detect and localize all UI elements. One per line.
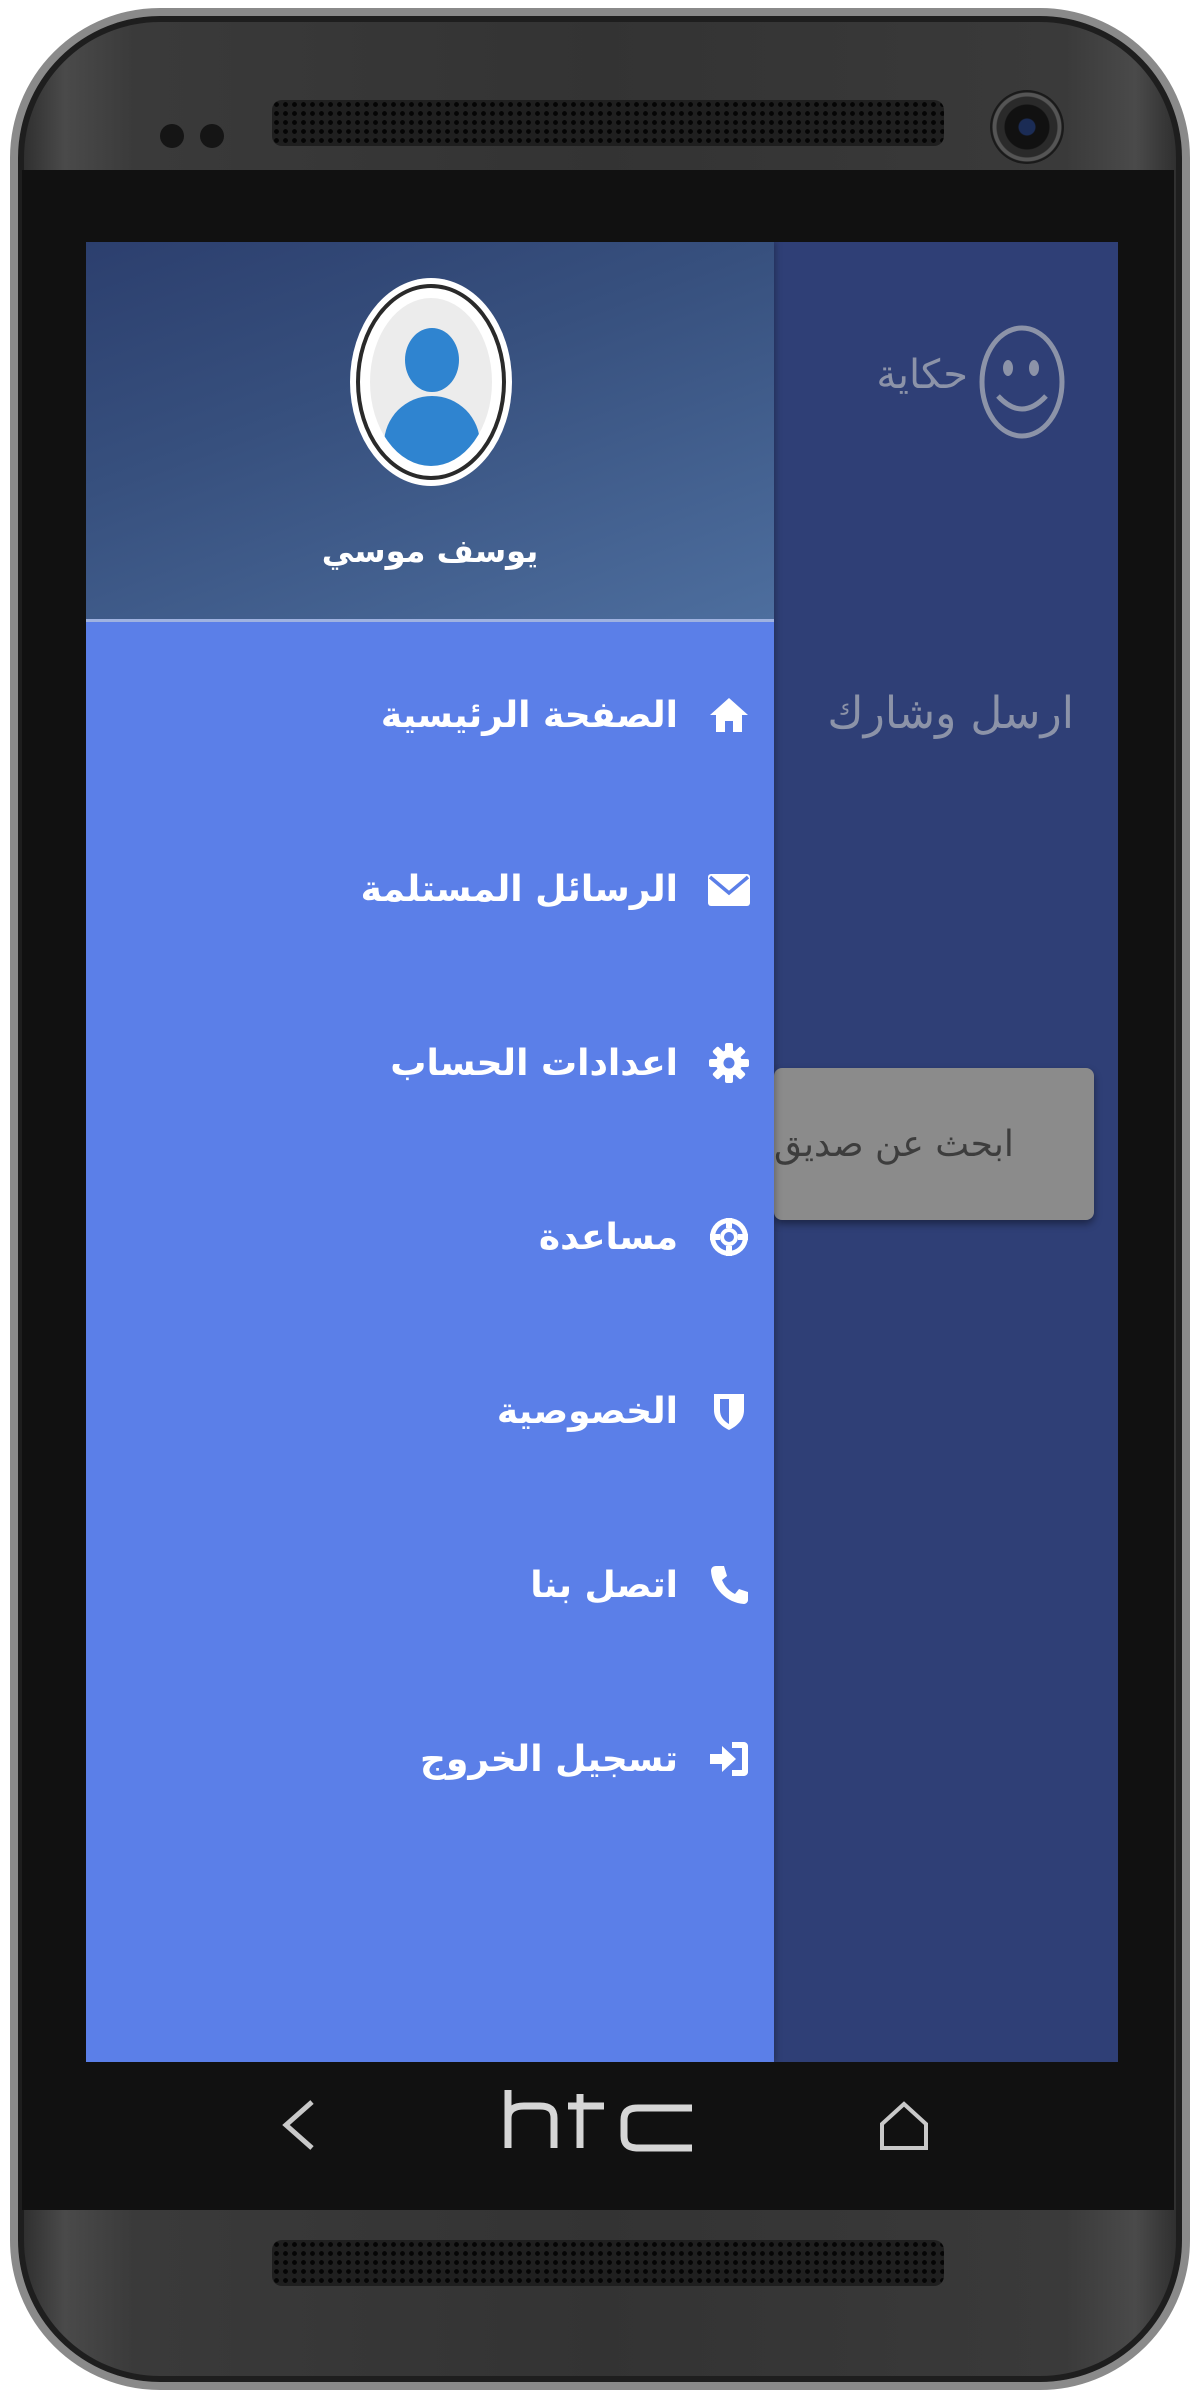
- menu-item-contact-us[interactable]: اتصل بنا: [86, 1540, 774, 1630]
- back-icon[interactable]: [270, 2090, 330, 2160]
- sign-in-icon: [704, 1734, 754, 1784]
- menu-item-home[interactable]: الصفحة الرئيسية: [86, 670, 774, 760]
- user-name: يوسف موسي: [321, 532, 539, 570]
- home-icon: [704, 690, 754, 740]
- menu-item-account-settings[interactable]: اعدادات الحساب: [86, 1018, 774, 1108]
- menu-item-label: الخصوصية: [496, 1390, 678, 1432]
- sensor-dot: [160, 124, 184, 148]
- envelope-icon: [704, 864, 754, 914]
- hero-clip: ارسل وشارك: [774, 672, 1074, 762]
- drawer-header: يوسف موسي: [86, 242, 774, 622]
- sensor-dot: [200, 124, 224, 148]
- menu-item-label: اتصل بنا: [530, 1564, 678, 1606]
- shield-icon: [704, 1386, 754, 1436]
- menu-item-help[interactable]: مساعدة: [86, 1192, 774, 1282]
- avatar-head: [405, 328, 459, 392]
- navigation-drawer: يوسف موسي الصفحة الرئيسية الرسائل المستل…: [86, 242, 774, 2062]
- menu-item-label: الصفحة الرئيسية: [380, 694, 678, 736]
- menu-item-label: الرسائل المستلمة: [360, 868, 678, 910]
- menu-item-label: اعدادات الحساب: [390, 1042, 678, 1084]
- menu-item-privacy[interactable]: الخصوصية: [86, 1366, 774, 1456]
- menu-item-label: مساعدة: [538, 1216, 678, 1258]
- home-nav-icon[interactable]: [874, 2096, 934, 2156]
- find-friend-button[interactable]: ابحث عن صديق: [774, 1068, 1094, 1220]
- top-speaker-grille: [272, 100, 944, 146]
- avatar-placeholder: [370, 298, 492, 466]
- avatar[interactable]: [356, 284, 506, 480]
- smiley-logo-icon: [979, 325, 1065, 439]
- app-name: حكاية: [876, 352, 968, 398]
- avatar-body: [384, 396, 480, 466]
- gear-icon: [704, 1038, 754, 1088]
- menu-item-inbox[interactable]: الرسائل المستلمة: [86, 844, 774, 934]
- phone-icon: [704, 1560, 754, 1610]
- menu-item-logout[interactable]: تسجيل الخروج: [86, 1714, 774, 1804]
- hero-text: ارسل وشارك: [827, 688, 1074, 739]
- menu-item-label: تسجيل الخروج: [420, 1738, 678, 1780]
- lifebuoy-icon: [704, 1212, 754, 1262]
- front-camera: [990, 90, 1064, 164]
- htc-logo: [504, 2090, 692, 2152]
- bottom-speaker-grille: [272, 2240, 944, 2286]
- screen: حكاية ارسل وشارك ابحث عن صديق يوسف موسي …: [86, 242, 1118, 2062]
